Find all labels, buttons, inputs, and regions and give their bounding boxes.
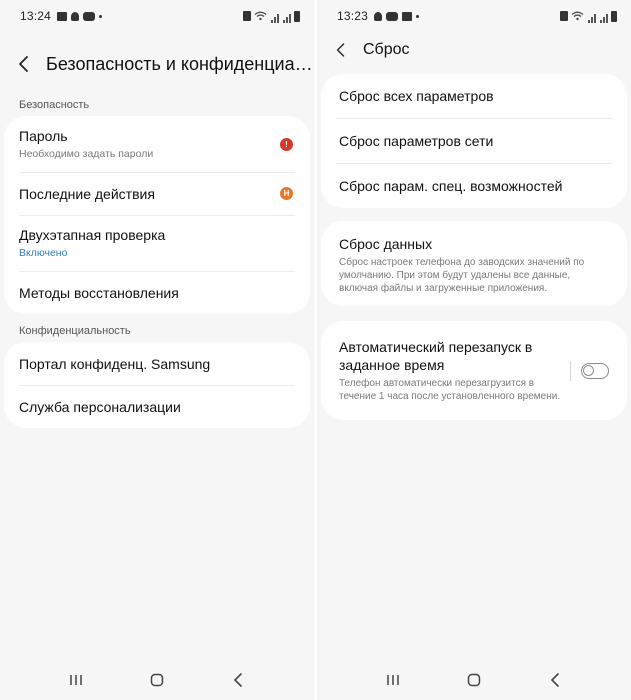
alarm-icon: [560, 11, 568, 21]
recovery-methods-label: Методы восстановления: [19, 284, 179, 301]
recents-icon: [70, 675, 83, 685]
factory-reset-label: Сброс данных: [339, 236, 433, 252]
home-icon: [150, 673, 164, 687]
back-button[interactable]: [2, 42, 46, 86]
privacy-card: Портал конфиденц. Samsung Служба персона…: [4, 342, 310, 428]
recents-icon: [387, 675, 400, 685]
navigation-bar: [0, 660, 314, 700]
navigation-bar: [317, 660, 631, 700]
reset-accessibility-label: Сброс парам. спец. возможностей: [339, 177, 563, 194]
section-header-privacy: Конфиденциальность: [19, 325, 131, 337]
reset-network-label: Сброс параметров сети: [339, 132, 494, 149]
personalization-label: Служба персонализации: [19, 398, 181, 415]
signal-2-icon: [599, 9, 608, 23]
reset-screen: 13:23 Сброс Сброс всех параметров Сброс …: [317, 0, 631, 700]
status-time: 13:23: [337, 9, 369, 23]
youtube-icon: [83, 11, 96, 21]
password-label: Пароль: [19, 128, 68, 144]
auto-restart-description: Телефон автоматически перезагрузится в т…: [339, 378, 561, 402]
alert-badge: !: [280, 137, 293, 151]
signal-icon: [587, 9, 596, 23]
status-time: 13:24: [20, 9, 52, 23]
system-icons: [243, 9, 300, 23]
gallery-icon: [57, 11, 68, 21]
app-bar: Сброс: [317, 26, 631, 74]
auto-restart-item[interactable]: Автоматический перезапуск в заданное вре…: [321, 321, 627, 420]
system-icons: [560, 9, 617, 23]
reset-all-settings-item[interactable]: Сброс всех параметров: [321, 74, 627, 118]
youtube-icon: [386, 11, 399, 21]
wifi-icon: [571, 11, 584, 21]
security-privacy-screen: 13:24 Безопасность и конфиденциал... Без…: [0, 0, 314, 700]
privacy-portal-label: Портал конфиденц. Samsung: [19, 355, 211, 372]
factory-reset-card: Сброс данных Сброс настроек телефона до …: [321, 221, 627, 306]
notification-icons: [374, 11, 420, 21]
page-title: Безопасность и конфиденциал...: [46, 53, 314, 74]
nav-back-button[interactable]: [535, 665, 575, 695]
battery-icon: [294, 10, 300, 22]
reset-options-card: Сброс всех параметров Сброс параметров с…: [321, 74, 627, 208]
recovery-methods-item[interactable]: Методы восстановления: [4, 271, 310, 314]
personalization-service-item[interactable]: Служба персонализации: [4, 385, 310, 428]
auto-restart-card: Автоматический перезапуск в заданное вре…: [321, 321, 627, 420]
factory-reset-description: Сброс настроек телефона до заводских зна…: [339, 257, 585, 294]
page-title: Сброс: [363, 41, 410, 58]
alarm-icon: [243, 11, 251, 21]
toggle-knob: [583, 364, 594, 376]
auto-restart-toggle[interactable]: [581, 362, 609, 379]
nav-back-icon: [233, 673, 242, 687]
new-badge: Н: [280, 187, 293, 200]
reset-all-label: Сброс всех параметров: [339, 88, 494, 104]
app-notification-icon: [71, 11, 80, 21]
reset-network-settings-item[interactable]: Сброс параметров сети: [321, 118, 627, 163]
reset-accessibility-settings-item[interactable]: Сброс парам. спец. возможностей: [321, 163, 627, 208]
recents-button[interactable]: [56, 665, 96, 695]
recent-activity-label: Последние действия: [19, 185, 155, 202]
recent-activity-item[interactable]: Последние действия Н: [4, 172, 310, 215]
wifi-icon: [254, 11, 267, 21]
two-step-verification-item[interactable]: Двухэтапная проверка Включено: [4, 215, 310, 271]
two-step-label: Двухэтапная проверка: [19, 227, 166, 243]
section-header-security: Безопасность: [19, 99, 90, 111]
signal-icon: [270, 9, 279, 23]
battery-icon: [611, 10, 617, 22]
notification-icons: [57, 11, 103, 21]
chevron-left-icon: [19, 56, 28, 72]
auto-restart-label: Автоматический перезапуск в заданное вре…: [339, 339, 533, 373]
nav-back-icon: [550, 673, 559, 687]
password-item[interactable]: Пароль Необходимо задать пароли !: [4, 116, 310, 172]
back-button[interactable]: [319, 28, 363, 72]
nav-back-button[interactable]: [218, 665, 258, 695]
status-bar: 13:24: [0, 0, 314, 32]
samsung-privacy-portal-item[interactable]: Портал конфиденц. Samsung: [4, 342, 310, 385]
message-icon: [402, 11, 413, 21]
more-dot-icon: [416, 14, 420, 18]
two-step-status: Включено: [19, 247, 68, 259]
password-sub: Необходимо задать пароли: [19, 148, 154, 160]
factory-data-reset-item[interactable]: Сброс данных Сброс настроек телефона до …: [321, 221, 627, 306]
app-notification-icon: [374, 11, 383, 21]
more-dot-icon: [99, 14, 103, 18]
recents-button[interactable]: [373, 665, 413, 695]
home-button[interactable]: [454, 665, 494, 695]
signal-2-icon: [282, 9, 291, 23]
toggle-separator: [570, 360, 571, 381]
app-bar: Безопасность и конфиденциал...: [0, 40, 314, 88]
auto-restart-toggle-wrap: [570, 360, 609, 381]
home-icon: [467, 673, 481, 687]
security-card: Пароль Необходимо задать пароли ! Послед…: [4, 116, 310, 314]
chevron-left-icon: [336, 43, 345, 57]
home-button[interactable]: [137, 665, 177, 695]
